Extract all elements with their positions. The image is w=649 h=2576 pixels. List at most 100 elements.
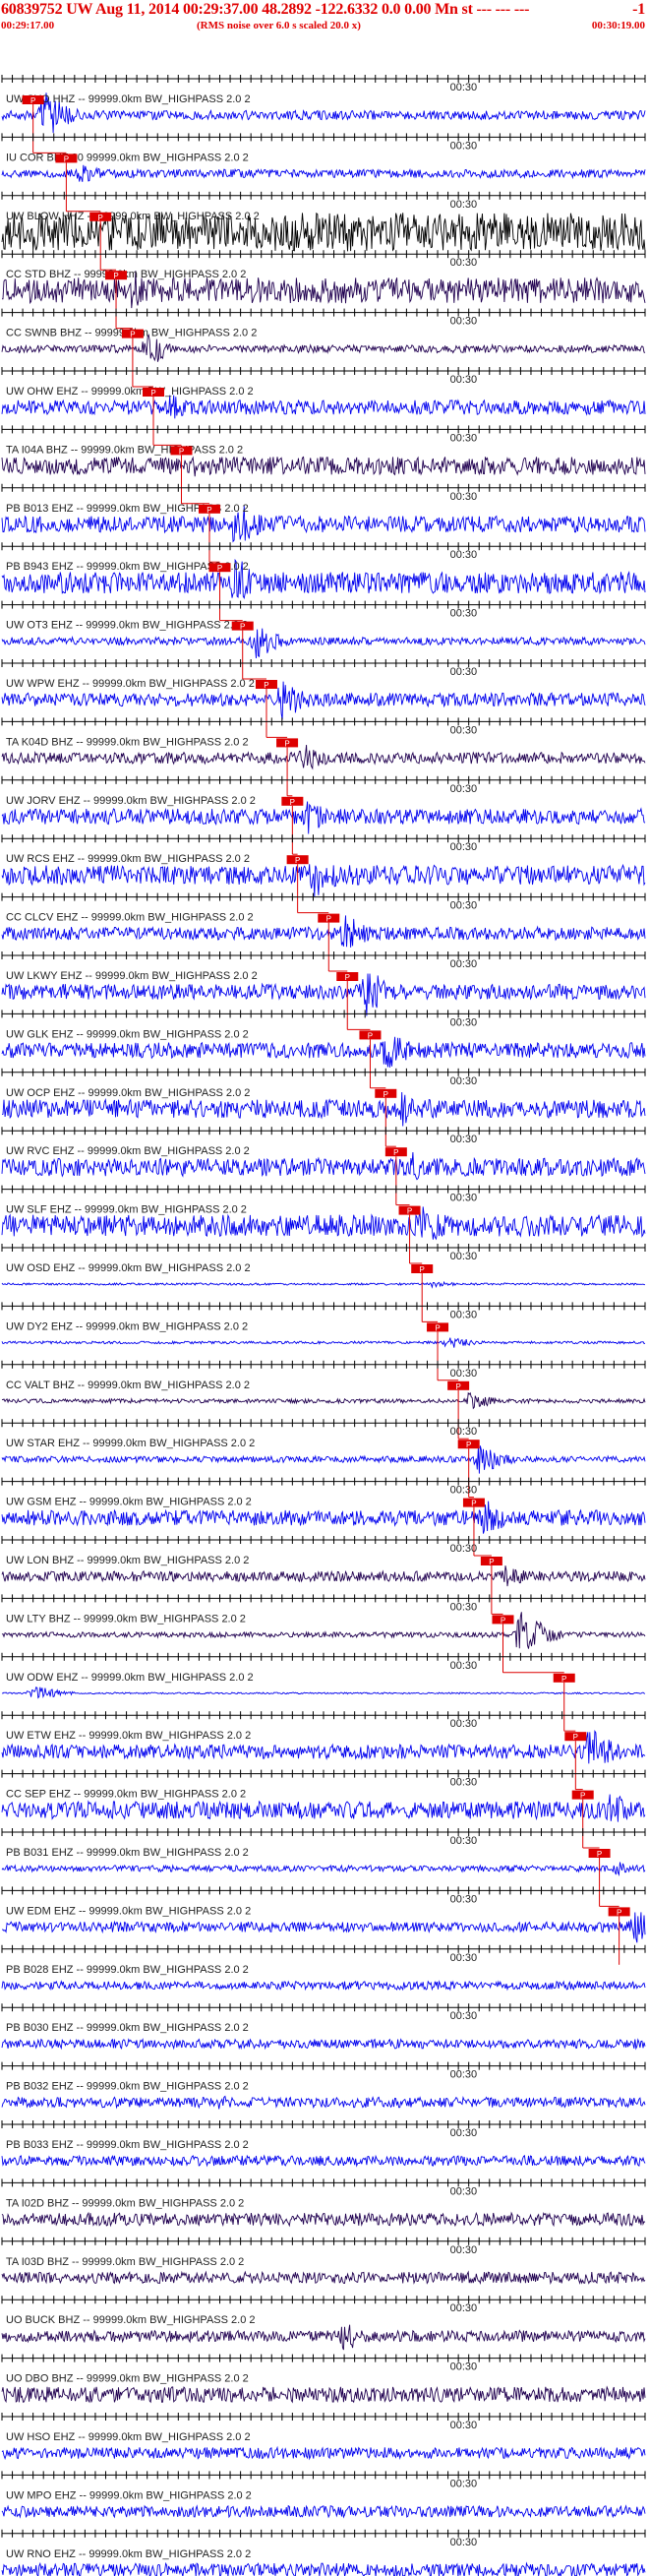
time-label: 00:30: [450, 1426, 478, 1438]
time-label: 00:30: [450, 2069, 478, 2081]
time-label: 00:30: [450, 2244, 478, 2256]
pick-label: P: [597, 1850, 602, 1859]
time-label: 00:30: [450, 783, 478, 795]
pick-label: P: [295, 856, 300, 865]
time-label: 00:30: [450, 1835, 478, 1847]
seismic-trace: [1, 2095, 646, 2110]
pick-label: P: [217, 564, 222, 573]
station-label: UO BUCK BHZ -- 99999.0km BW_HIGHPASS 2.0…: [6, 2314, 255, 2326]
time-label: 00:30: [450, 2420, 478, 2431]
station-label: UW OCP EHZ -- 99999.0km BW_HIGHPASS 2.0 …: [6, 1087, 250, 1099]
pick-label: P: [435, 1323, 440, 1332]
seismic-trace: [1, 2038, 646, 2051]
pick-label: P: [471, 1500, 476, 1508]
time-label: 00:30: [450, 1718, 478, 1730]
time-label: 00:30: [450, 958, 478, 970]
plot-header: 60839752 UW Aug 11, 2014 00:29:37.00 48.…: [0, 0, 649, 39]
station-label: PB B033 EHZ -- 99999.0km BW_HIGHPASS 2.0…: [6, 2139, 249, 2151]
station-label: CC VALT BHZ -- 99999.0km BW_HIGHPASS 2.0…: [6, 1380, 250, 1391]
station-label: UW RNO EHZ -- 99999.0km BW_HIGHPASS 2.0 …: [6, 2548, 251, 2560]
time-label: 00:30: [450, 1251, 478, 1262]
station-label: UW SLF EHZ -- 99999.0km BW_HIGHPASS 2.0 …: [6, 1204, 247, 1216]
seismic-trace: [1, 456, 646, 477]
time-label: 00:30: [450, 1952, 478, 1964]
pick-label: P: [420, 1265, 425, 1274]
seismic-trace: [1, 1687, 646, 1699]
station-label: UW MPO EHZ -- 99999.0km BW_HIGHPASS 2.0 …: [6, 2489, 252, 2501]
rms-note: (RMS noise over 6.0 s scaled 20.0 x): [197, 20, 361, 31]
pick-label: P: [617, 1908, 621, 1917]
time-label: 00:30: [450, 1485, 478, 1497]
pick-label: P: [150, 389, 155, 398]
time-label: 00:30: [450, 2302, 478, 2314]
station-label: CC SEP EHZ -- 99999.0km BW_HIGHPASS 2.0 …: [6, 1789, 246, 1801]
time-label: 00:30: [450, 2478, 478, 2489]
station-label: IU COR BHZ 00 99999.0km BW_HIGHPASS 2.0 …: [6, 152, 249, 163]
pick-label: P: [368, 1031, 373, 1040]
time-label: 00:30: [450, 2361, 478, 2373]
time-label: 00:30: [450, 257, 478, 269]
time-label: 00:30: [450, 1893, 478, 1905]
station-label: UW GSM EHZ -- 99999.0km BW_HIGHPASS 2.0 …: [6, 1497, 252, 1508]
time-label: 00:30: [450, 1543, 478, 1555]
station-label: UW RVC EHZ -- 99999.0km BW_HIGHPASS 2.0 …: [6, 1145, 250, 1157]
station-label: PB B030 EHZ -- 99999.0km BW_HIGHPASS 2.0…: [6, 2022, 249, 2034]
pick-label: P: [573, 1733, 578, 1742]
time-label: 00:30: [450, 608, 478, 620]
time-label: 00:30: [450, 140, 478, 152]
time-label: 00:30: [450, 2185, 478, 2197]
time-label: 00:30: [450, 1777, 478, 1789]
station-label: PB B031 EHZ -- 99999.0km BW_HIGHPASS 2.0…: [6, 1847, 249, 1859]
station-label: PB B032 EHZ -- 99999.0km BW_HIGHPASS 2.0…: [6, 2081, 249, 2093]
pick-label: P: [240, 623, 245, 632]
seismic-trace: [1, 2324, 646, 2351]
time-label: 00:30: [450, 724, 478, 736]
station-label: UW LKWY EHZ -- 99999.0km BW_HIGHPASS 2.0…: [6, 970, 258, 982]
time-label: 00:30: [450, 82, 478, 93]
pick-label: P: [64, 154, 69, 163]
station-label: TA K04D BHZ -- 99999.0km BW_HIGHPASS 2.0…: [6, 736, 249, 748]
seismic-trace: [1, 1445, 646, 1474]
pick-label: P: [113, 272, 118, 280]
time-label: 00:30: [450, 1309, 478, 1320]
event-title-suffix: -1: [632, 1, 645, 18]
station-label: UO DBO BHZ -- 99999.0km BW_HIGHPASS 2.0 …: [6, 2373, 249, 2385]
seismic-trace: [1, 1036, 646, 1068]
pick-label: P: [345, 973, 350, 982]
seismic-trace: [1, 1565, 646, 1587]
seismic-trace: [1, 1980, 646, 1992]
time-info-line: 00:29:17.00 (RMS noise over 6.0 s scaled…: [0, 20, 649, 33]
seismic-trace: [1, 1391, 646, 1410]
station-label: CC CLCV EHZ -- 99999.0km BW_HIGHPASS 2.0…: [6, 912, 254, 924]
station-label: UW STAR EHZ -- 99999.0km BW_HIGHPASS 2.0…: [6, 1438, 255, 1449]
station-label: UW EDM EHZ -- 99999.0km BW_HIGHPASS 2.0 …: [6, 1905, 251, 1917]
end-time: 00:30:19.00: [591, 20, 645, 31]
station-label: UW LTY BHZ -- 99999.0km BW_HIGHPASS 2.0 …: [6, 1613, 246, 1625]
seismic-trace: [1, 744, 646, 770]
event-title: 60839752 UW Aug 11, 2014 00:29:37.00 48.…: [1, 1, 530, 18]
seismic-trace: [1, 2385, 646, 2404]
pick-label: P: [98, 214, 103, 222]
pick-label: P: [489, 1558, 494, 1566]
time-label: 00:30: [450, 666, 478, 678]
station-label: UW DY2 EHZ -- 99999.0km BW_HIGHPASS 2.0 …: [6, 1320, 248, 1332]
time-label: 00:30: [450, 316, 478, 328]
station-label: UW OSD EHZ -- 99999.0km BW_HIGHPASS 2.0 …: [6, 1262, 251, 1274]
time-label: 00:30: [450, 2010, 478, 2022]
station-label: UW BLOW HHZ -- 99999.0km BW_HIGHPASS 2.0…: [6, 211, 260, 222]
seismic-trace: [1, 2154, 646, 2168]
seismic-trace: [1, 628, 646, 659]
seismic-trace: [1, 1862, 646, 1877]
pick-label: P: [264, 681, 268, 690]
time-label: 00:30: [450, 1601, 478, 1613]
pick-label: P: [501, 1616, 505, 1625]
station-label: UW LON BHZ -- 99999.0km BW_HIGHPASS 2.0 …: [6, 1555, 249, 1566]
time-label: 00:30: [450, 549, 478, 561]
station-label: UW HSO EHZ -- 99999.0km BW_HIGHPASS 2.0 …: [6, 2431, 251, 2443]
pick-label: P: [455, 1382, 460, 1391]
time-label: 00:30: [450, 841, 478, 853]
station-label: UW ODW EHZ -- 99999.0km BW_HIGHPASS 2.0 …: [6, 1672, 254, 1684]
pick-label: P: [284, 739, 289, 748]
pick-label: P: [407, 1207, 412, 1216]
pick-label: P: [206, 506, 211, 515]
